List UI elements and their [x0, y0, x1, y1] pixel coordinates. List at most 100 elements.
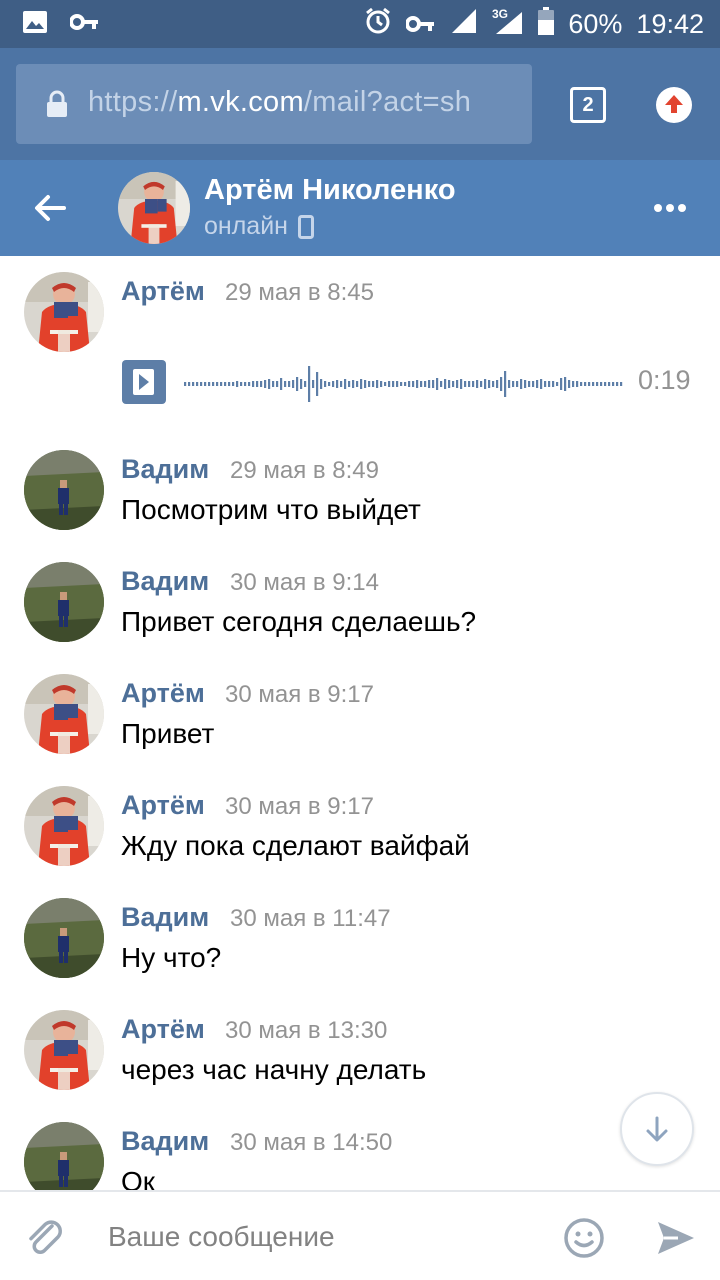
waveform-bar	[544, 381, 547, 387]
send-button[interactable]	[654, 1216, 698, 1260]
waveform-bar	[368, 381, 371, 387]
waveform-bar	[336, 380, 339, 388]
battery-icon	[538, 6, 555, 42]
chat-header: Артём Николенко онлайн	[0, 160, 720, 256]
waveform-bar	[232, 382, 235, 386]
message-text: Ок	[121, 1166, 156, 1190]
avatar[interactable]	[24, 1122, 104, 1190]
message-time: 29 мая в 8:45	[225, 279, 375, 306]
message-author[interactable]: Вадим	[121, 1126, 209, 1157]
waveform-bar	[532, 381, 535, 387]
waveform-bar	[560, 378, 563, 390]
waveform-bar	[240, 382, 243, 386]
avatar[interactable]	[24, 898, 104, 978]
waveform-bar	[572, 381, 575, 387]
waveform-bar	[316, 372, 319, 396]
waveform-bar	[508, 380, 511, 388]
waveform-bar	[276, 381, 279, 387]
message-author[interactable]: Вадим	[121, 454, 209, 485]
send-icon	[658, 1222, 694, 1254]
waveform-bar	[340, 381, 343, 387]
avatar[interactable]	[24, 786, 104, 866]
waveform-bar	[308, 366, 311, 402]
waveform-bar	[564, 377, 567, 391]
waveform-bar	[292, 380, 295, 388]
battery-percent: 60%	[568, 8, 623, 39]
message-text: Посмотрим что выйдет	[121, 494, 421, 525]
url-text: https://m.vk.com/mail?act=sh	[88, 86, 472, 118]
avatar[interactable]	[24, 562, 104, 642]
message-author[interactable]: Вадим	[121, 902, 209, 933]
waveform-bar	[392, 381, 395, 387]
list-item: Вадим 29 мая в 8:49 Посмотрим что выйдет	[0, 448, 720, 560]
waveform-bar	[396, 381, 399, 387]
message-text: Привет сегодня сделаешь?	[121, 606, 477, 637]
message-author[interactable]: Артём	[121, 276, 205, 307]
back-button[interactable]	[28, 186, 72, 230]
url-field[interactable]: https://m.vk.com/mail?act=sh	[16, 64, 532, 144]
message-text: Ну что?	[121, 942, 222, 973]
avatar[interactable]	[24, 1010, 104, 1090]
waveform-bar	[352, 380, 355, 388]
waveform-bar	[300, 379, 303, 389]
avatar[interactable]	[118, 172, 190, 244]
waveform-bar	[272, 381, 275, 387]
waveform-bar	[608, 382, 611, 386]
waveform-bar	[528, 381, 531, 387]
waveform-bar	[404, 382, 407, 386]
list-item: Вадим 30 мая в 11:47 Ну что?	[0, 896, 720, 1008]
online-status: онлайн	[204, 212, 314, 241]
waveform-bar	[472, 381, 475, 387]
audio-waveform[interactable]	[184, 366, 624, 402]
contact-name[interactable]: Артём Николенко	[204, 174, 456, 207]
waveform-bar	[328, 382, 331, 386]
svg-text:3G: 3G	[492, 7, 508, 21]
waveform-bar	[584, 382, 587, 386]
waveform-bar	[264, 380, 267, 388]
waveform-bar	[420, 381, 423, 387]
waveform-bar	[536, 380, 539, 388]
message-input[interactable]	[108, 1216, 528, 1258]
waveform-bar	[596, 382, 599, 386]
emoji-button[interactable]	[562, 1216, 606, 1260]
waveform-bar	[468, 381, 471, 387]
message-author[interactable]: Артём	[121, 790, 205, 821]
attach-button[interactable]	[22, 1214, 68, 1260]
update-button[interactable]	[656, 87, 692, 123]
waveform-bar	[588, 382, 591, 386]
waveform-bar	[452, 381, 455, 387]
list-item: Артём 30 мая в 9:17 Жду пока сделают вай…	[0, 784, 720, 896]
waveform-bar	[324, 381, 327, 387]
avatar[interactable]	[24, 450, 104, 530]
waveform-bar	[244, 382, 247, 386]
avatar[interactable]	[24, 674, 104, 754]
tabs-button[interactable]: 2	[570, 87, 606, 123]
message-text: Привет	[121, 718, 215, 749]
arrow-left-icon	[35, 195, 66, 221]
waveform-bar	[372, 381, 375, 387]
message-author[interactable]: Артём	[121, 1014, 205, 1045]
waveform-bar	[260, 381, 263, 387]
waveform-bar	[204, 382, 207, 386]
waveform-bar	[552, 381, 555, 387]
message-author[interactable]: Артём	[121, 678, 205, 709]
waveform-bar	[464, 381, 467, 387]
waveform-bar	[356, 381, 359, 387]
waveform-bar	[512, 381, 515, 387]
more-options-button[interactable]	[650, 198, 690, 218]
waveform-bar	[556, 382, 559, 386]
scroll-to-bottom-button[interactable]	[620, 1092, 694, 1166]
avatar[interactable]	[24, 272, 104, 352]
waveform-bar	[540, 379, 543, 389]
play-button[interactable]	[122, 360, 166, 404]
message-author[interactable]: Вадим	[121, 566, 209, 597]
waveform-bar	[212, 382, 215, 386]
message-list[interactable]: Артём 29 мая в 8:45 0:19 Вадим 29 мая в …	[0, 256, 720, 1190]
waveform-bar	[208, 382, 211, 386]
list-item: Артём 30 мая в 9:17 Привет	[0, 672, 720, 784]
arrow-down-icon	[646, 1116, 668, 1142]
waveform-bar	[248, 382, 251, 386]
waveform-bar	[580, 382, 583, 386]
waveform-bar	[224, 382, 227, 386]
play-icon	[133, 369, 154, 395]
